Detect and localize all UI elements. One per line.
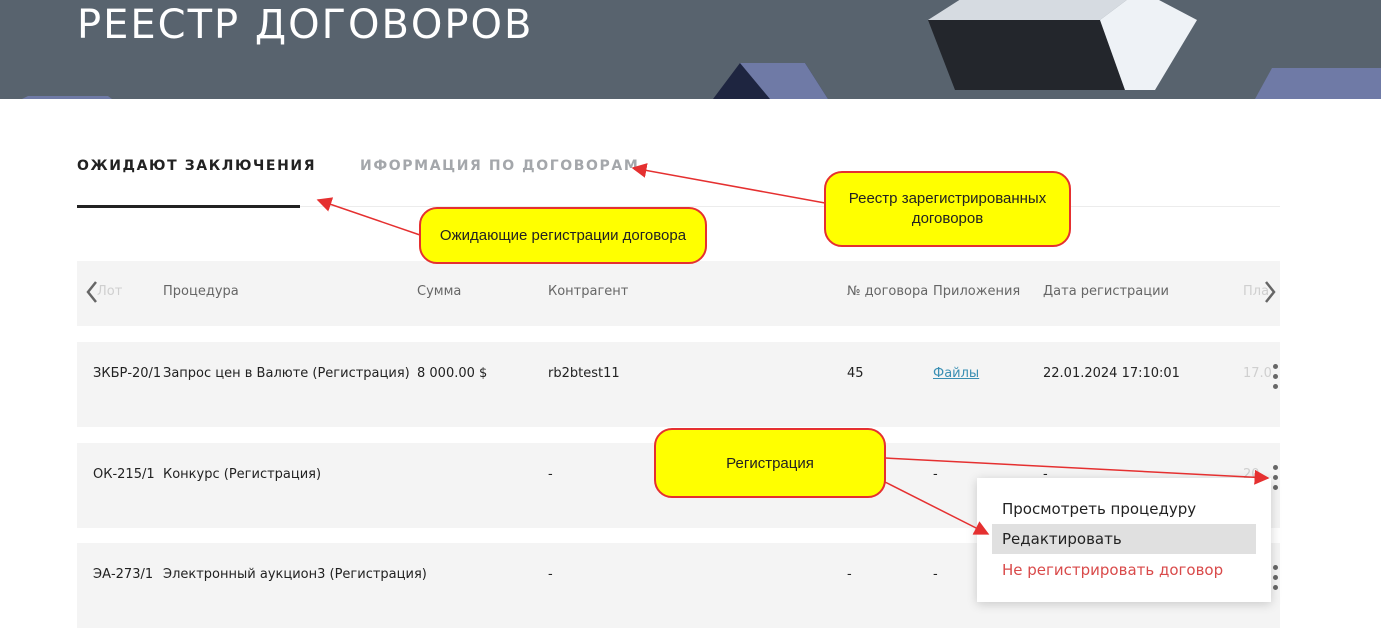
- cell-lot: ЭА-273/1: [93, 567, 154, 582]
- cell-attachments: -: [933, 567, 938, 582]
- page-header-banner: РЕЕСТР ДОГОВОРОВ: [0, 0, 1381, 99]
- tab-contract-info[interactable]: ИФОРМАЦИЯ ПО ДОГОВОРАМ: [360, 158, 639, 174]
- kebab-menu-icon[interactable]: [1270, 465, 1280, 495]
- callout-awaiting: Ожидающие регистрации договора: [419, 207, 707, 264]
- cell-contract-number: -: [847, 567, 852, 582]
- chevron-right-icon[interactable]: [1260, 277, 1280, 307]
- menu-item-do-not-register[interactable]: Не регистрировать договор: [992, 555, 1256, 585]
- cell-procedure: Запрос цен в Валюте (Регистрация): [163, 366, 410, 381]
- menu-item-edit[interactable]: Редактировать: [992, 524, 1256, 554]
- cell-counterparty: -: [548, 467, 553, 482]
- callout-registry-line2: договоров: [911, 210, 984, 227]
- callout-registry-line1: Реестр зарегистрированных: [848, 190, 1047, 207]
- table-header: Лот Процедура Сумма Контрагент № договор…: [77, 261, 1280, 326]
- callout-registry: Реестр зарегистрированных договоров: [824, 171, 1071, 247]
- cell-lot: ОК-215/1: [93, 467, 155, 482]
- cell-procedure: Конкурс (Регистрация): [163, 467, 322, 482]
- cell-procedure: Электронный аукцион3 (Регистрация): [163, 567, 427, 582]
- column-header-procedure: Процедура: [163, 284, 239, 299]
- column-header-registration-date: Дата регистрации: [1043, 284, 1170, 299]
- callout-registration-text: Регистрация: [726, 455, 814, 472]
- callout-registration: Регистрация: [654, 428, 886, 498]
- page-title: РЕЕСТР ДОГОВОРОВ: [77, 2, 534, 48]
- cell-attachments: -: [933, 467, 938, 482]
- files-link[interactable]: Файлы: [933, 366, 979, 381]
- callout-awaiting-text: Ожидающие регистрации договора: [439, 226, 687, 244]
- active-tab-indicator: [77, 205, 300, 208]
- kebab-menu-icon[interactable]: [1270, 364, 1280, 394]
- column-header-lot: Лот: [97, 284, 123, 299]
- cell-registration-date: 22.01.2024 17:10:01: [1043, 366, 1180, 381]
- menu-item-view-procedure[interactable]: Просмотреть процедуру: [992, 494, 1256, 524]
- column-header-attachments: Приложения: [933, 284, 1021, 299]
- row-context-menu: Просмотреть процедуру Редактировать Не р…: [977, 478, 1271, 602]
- cell-counterparty: rb2btest11: [548, 366, 620, 381]
- column-header-amount: Сумма: [417, 284, 462, 299]
- tab-awaiting[interactable]: ОЖИДАЮТ ЗАКЛЮЧЕНИЯ: [77, 158, 316, 174]
- column-header-contract-number: № договора: [847, 284, 929, 299]
- cell-contract-number: 45: [847, 366, 864, 381]
- cell-lot: ЗКБР-20/1: [93, 366, 162, 381]
- cell-amount: 8 000.00 $: [417, 366, 488, 381]
- cell-plan: 17.0: [1243, 366, 1272, 381]
- column-header-counterparty: Контрагент: [548, 284, 629, 299]
- table-row: ЗКБР-20/1 Запрос цен в Валюте (Регистрац…: [77, 342, 1280, 427]
- cell-counterparty: -: [548, 567, 553, 582]
- kebab-menu-icon[interactable]: [1270, 565, 1280, 595]
